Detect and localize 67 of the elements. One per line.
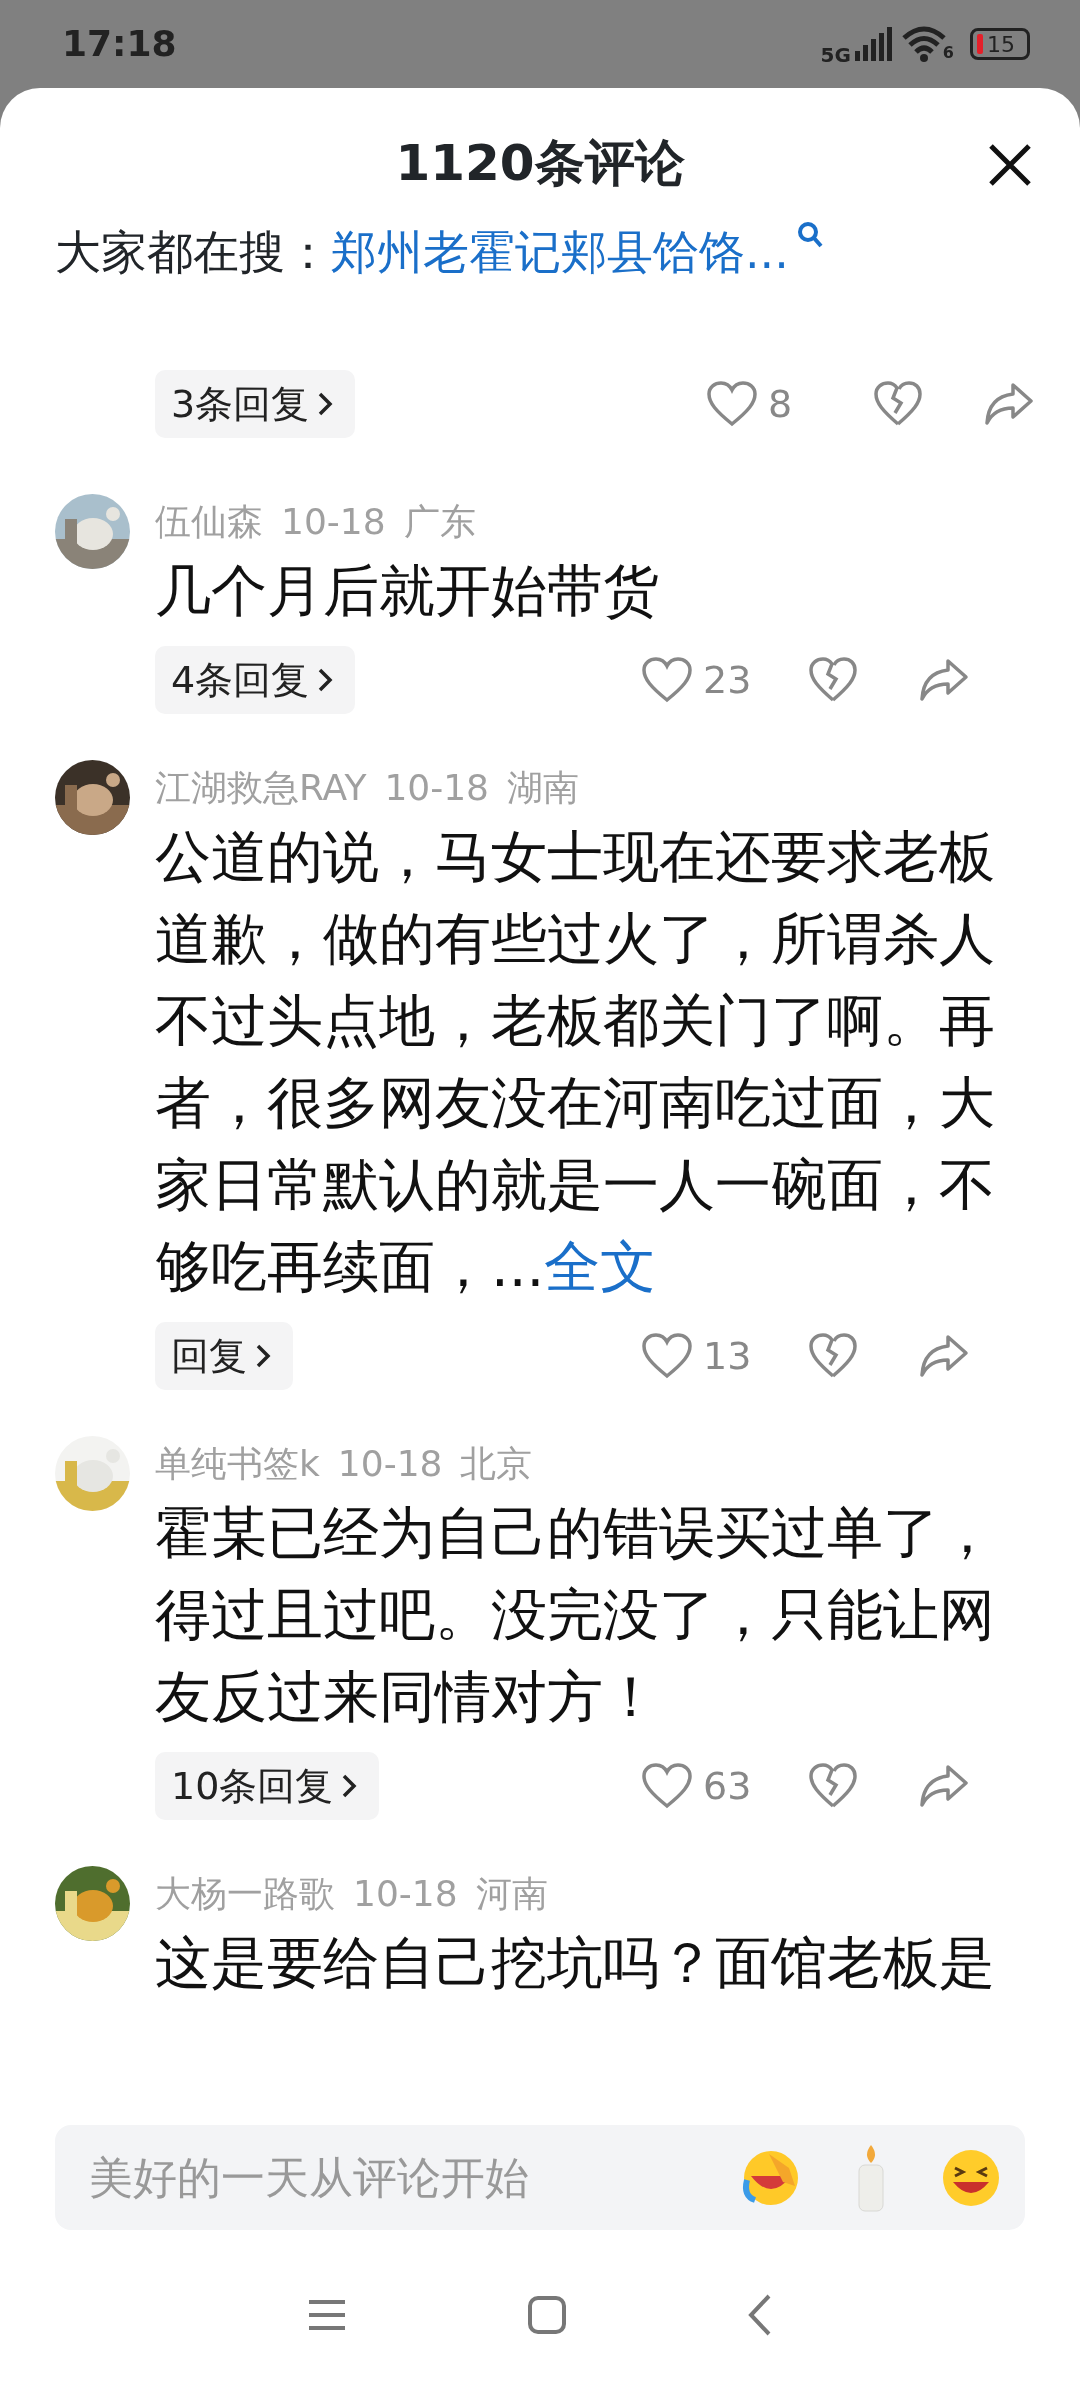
comment-date: 10-18 [353, 1872, 458, 1916]
full-text-link[interactable]: 全文 [544, 1234, 657, 1299]
battery-percent: 15 [987, 30, 1015, 59]
chevron-icon [341, 1773, 358, 1799]
home-icon[interactable] [527, 2295, 567, 2335]
broken-heart-icon [808, 1333, 858, 1379]
share-arrow-icon [918, 657, 970, 703]
dislike-button[interactable] [873, 381, 923, 427]
share-arrow-icon [918, 1763, 970, 1809]
comment-text: 公道的说，马女士现在还要求老板道歉，做的有些过火了，所谓杀人不过头点地，老板都关门了啊。再者，很多网友没在河南吃过面，大家日常默认的就是一人一碗面，不够吃再续面，...全文 [155, 823, 996, 1301]
replies-button[interactable]: 10条回复 [155, 1752, 380, 1820]
comment-date: 10-18 [281, 500, 386, 544]
like-button[interactable] [706, 381, 758, 427]
battery-level-fill [977, 34, 983, 54]
comment-input[interactable]: 美好的一天从评论开始 [87, 2143, 739, 2212]
menu-icon[interactable] [307, 2298, 347, 2332]
heart-icon [706, 381, 758, 427]
author-name[interactable]: 伍仙森 [155, 494, 263, 550]
chevron-icon [317, 667, 334, 693]
chevron-icon [317, 391, 334, 417]
like-count: 8 [768, 380, 794, 428]
comment-region: 湖南 [507, 766, 579, 810]
heart-icon [641, 657, 693, 703]
comment-bar[interactable]: 美好的一天从评论开始 [55, 2125, 1025, 2230]
share-arrow-icon [983, 381, 1035, 427]
trending-label: 大家都在搜： [55, 224, 331, 281]
trending-query-link[interactable]: 郑州老霍记郏县饸饹... [331, 220, 789, 284]
comments-title: 1120条评论 [395, 133, 685, 194]
back-icon[interactable] [747, 2293, 773, 2337]
like-button[interactable] [641, 1333, 693, 1379]
broken-heart-icon [808, 1763, 858, 1809]
like-count: 23 [703, 656, 753, 704]
broken-heart-icon [873, 381, 923, 427]
comment-date: 10-18 [337, 1442, 443, 1486]
comment-text: 这是要给自己挖坑吗？面馆老板是 [155, 1929, 996, 1997]
comment-text: 几个月后就开始带货 [155, 557, 660, 625]
broken-heart-icon [808, 657, 858, 703]
comment-date: 10-18 [384, 766, 489, 810]
dislike-button[interactable] [808, 1333, 858, 1379]
heart-icon [641, 1333, 693, 1379]
clock-time: 17:18 [62, 22, 177, 66]
like-count: 63 [703, 1762, 753, 1810]
chevron-icon [255, 1343, 271, 1369]
wifi-generation-label: 6 [942, 42, 954, 64]
like-count: 13 [703, 1332, 753, 1380]
share-button[interactable] [983, 381, 1035, 427]
share-button[interactable] [918, 657, 970, 703]
dislike-button[interactable] [808, 1763, 858, 1809]
like-button[interactable] [641, 657, 693, 703]
signal-icon [852, 27, 893, 61]
comment-text: 霍某已经为自己的错误买过单了，得过且过吧。没完没了，只能让网友反过来同情对方！ [155, 1499, 996, 1731]
heart-icon [641, 1763, 693, 1809]
like-button[interactable] [641, 1763, 693, 1809]
share-arrow-icon [918, 1333, 970, 1379]
replies-button[interactable]: 4条回复 [155, 646, 356, 714]
replies-button[interactable]: 回复 [155, 1322, 293, 1390]
comment-region: 广东 [403, 500, 476, 544]
comment-region: 河南 [475, 1872, 548, 1916]
network-label: 5G [820, 42, 851, 69]
replies-button[interactable]: 3条回复 [155, 370, 356, 438]
author-name[interactable]: 江湖救急RAY [155, 760, 367, 816]
share-button[interactable] [918, 1333, 970, 1379]
dislike-button[interactable] [808, 657, 858, 703]
author-name[interactable]: 单纯书签k [155, 1436, 320, 1492]
share-button[interactable] [918, 1763, 970, 1809]
author-name[interactable]: 大杨一路歌 [155, 1866, 335, 1922]
comment-region: 北京 [460, 1442, 533, 1486]
